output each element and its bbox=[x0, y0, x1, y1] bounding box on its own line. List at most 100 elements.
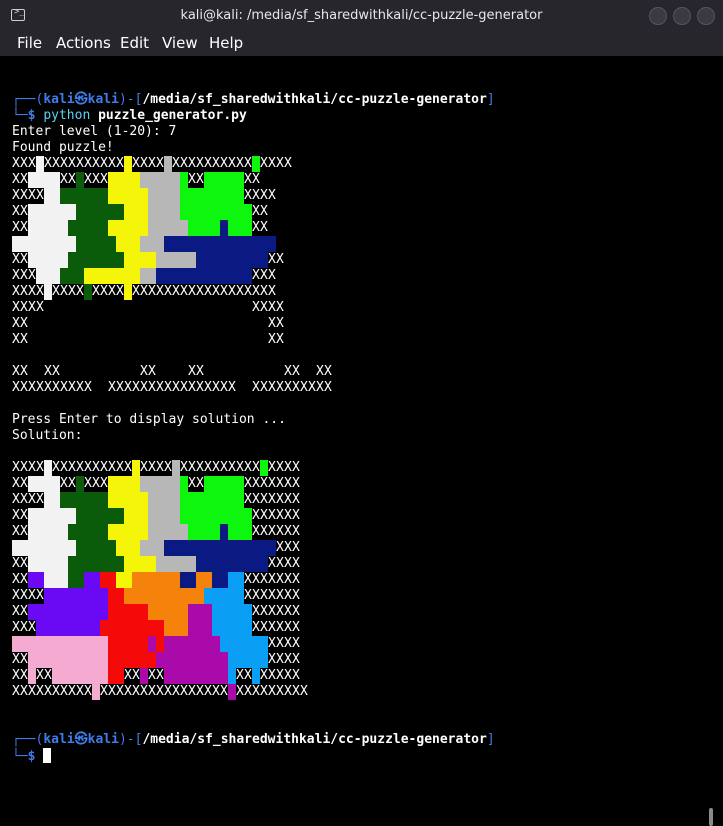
puzzle-piece-cell bbox=[228, 220, 236, 236]
puzzle-piece-cell bbox=[228, 172, 236, 188]
grid-border-char: X bbox=[212, 684, 220, 699]
menu-help[interactable]: Help bbox=[209, 34, 243, 52]
grid-border-char: X bbox=[92, 156, 100, 171]
menu-view[interactable]: View bbox=[162, 34, 198, 52]
grid-border-char: X bbox=[20, 668, 28, 683]
grid-border-char: X bbox=[276, 620, 284, 635]
puzzle-piece-cell bbox=[172, 524, 180, 540]
grid-border-char: X bbox=[196, 284, 204, 299]
puzzle-piece-cell bbox=[252, 652, 260, 668]
grid-border-char: X bbox=[100, 684, 108, 699]
puzzle-piece-cell bbox=[100, 268, 108, 284]
grid-border-char: X bbox=[12, 332, 20, 347]
puzzle-piece-cell bbox=[76, 220, 84, 236]
puzzle-piece-cell bbox=[124, 284, 132, 300]
menu-edit[interactable]: Edit bbox=[120, 34, 149, 52]
puzzle-piece-cell bbox=[244, 636, 252, 652]
prompt-bracket-end: ] bbox=[486, 92, 495, 107]
puzzle-piece-cell bbox=[84, 284, 92, 300]
grid-border-char: X bbox=[292, 476, 300, 491]
puzzle-piece-cell bbox=[228, 268, 236, 284]
grid-border-char: X bbox=[284, 556, 292, 571]
puzzle-piece-cell bbox=[44, 284, 52, 300]
puzzle-piece-cell bbox=[228, 588, 236, 604]
grid-border-char: X bbox=[252, 204, 260, 219]
puzzle-piece-cell bbox=[124, 204, 132, 220]
puzzle-piece-cell bbox=[84, 268, 92, 284]
puzzle-piece-cell bbox=[108, 188, 116, 204]
grid-border-char: X bbox=[324, 364, 332, 379]
grid-border-char: X bbox=[212, 156, 220, 171]
minimize-button[interactable] bbox=[649, 7, 667, 25]
puzzle-piece-cell bbox=[220, 636, 228, 652]
grid-border-char: X bbox=[20, 556, 28, 571]
puzzle-piece-cell bbox=[148, 252, 156, 268]
grid-border-char: X bbox=[276, 508, 284, 523]
puzzle-piece-cell bbox=[172, 460, 180, 476]
puzzle-piece-cell bbox=[228, 604, 236, 620]
grid-border-char: X bbox=[148, 364, 156, 379]
puzzle-piece-cell bbox=[140, 492, 148, 508]
puzzle-piece-cell bbox=[188, 668, 196, 684]
puzzle-piece-cell bbox=[116, 572, 124, 588]
puzzle-piece-cell bbox=[76, 636, 84, 652]
grid-border-char: X bbox=[20, 300, 28, 315]
puzzle-piece-cell bbox=[236, 572, 244, 588]
puzzle-piece-cell bbox=[228, 620, 236, 636]
puzzle-piece-cell bbox=[204, 188, 212, 204]
grid-border-char: X bbox=[236, 284, 244, 299]
puzzle-piece-cell bbox=[148, 268, 156, 284]
grid-border-char: X bbox=[276, 460, 284, 475]
puzzle-piece-cell bbox=[68, 236, 76, 252]
grid-border-char: X bbox=[228, 156, 236, 171]
puzzle-piece-cell bbox=[204, 220, 212, 236]
menu-actions[interactable]: Actions bbox=[56, 34, 111, 52]
grid-border-char: X bbox=[276, 652, 284, 667]
puzzle-piece-cell bbox=[92, 540, 100, 556]
grid-border-char: X bbox=[76, 380, 84, 395]
grid-border-char: X bbox=[292, 636, 300, 651]
grid-border-char: X bbox=[12, 684, 20, 699]
puzzle-piece-cell bbox=[188, 188, 196, 204]
puzzle-piece-cell bbox=[12, 636, 20, 652]
grid-border-char: X bbox=[36, 460, 44, 475]
puzzle-piece-cell bbox=[132, 236, 140, 252]
puzzle-piece-cell bbox=[220, 524, 228, 540]
puzzle-piece-cell bbox=[116, 652, 124, 668]
puzzle-piece-cell bbox=[108, 220, 116, 236]
grid-border-char: X bbox=[196, 460, 204, 475]
grid-border-char: X bbox=[276, 492, 284, 507]
puzzle-piece-cell bbox=[28, 220, 36, 236]
puzzle-piece-cell bbox=[140, 572, 148, 588]
grid-border-char: X bbox=[284, 620, 292, 635]
puzzle-piece-cell bbox=[220, 652, 228, 668]
grid-border-char: X bbox=[84, 684, 92, 699]
puzzle-piece-cell bbox=[76, 604, 84, 620]
grid-border-char: X bbox=[260, 588, 268, 603]
puzzle-piece-cell bbox=[196, 524, 204, 540]
puzzle-piece-cell bbox=[52, 588, 60, 604]
puzzle-piece-cell bbox=[244, 508, 252, 524]
grid-border-char: X bbox=[44, 156, 52, 171]
grid-border-char: X bbox=[100, 172, 108, 187]
puzzle-piece-cell bbox=[36, 604, 44, 620]
grid-border-char: X bbox=[20, 620, 28, 635]
puzzle-piece-cell bbox=[92, 636, 100, 652]
grid-border-char: X bbox=[260, 300, 268, 315]
puzzle-piece-cell bbox=[124, 252, 132, 268]
grid-border-char: X bbox=[268, 684, 276, 699]
close-button[interactable] bbox=[697, 7, 715, 25]
puzzle-piece-cell bbox=[116, 492, 124, 508]
grid-border-char: X bbox=[60, 172, 68, 187]
scrollbar[interactable] bbox=[709, 808, 713, 826]
grid-border-char: X bbox=[140, 460, 148, 475]
puzzle-piece-cell bbox=[164, 604, 172, 620]
grid-border-char: X bbox=[84, 476, 92, 491]
puzzle-piece-cell bbox=[124, 492, 132, 508]
grid-border-char: X bbox=[20, 364, 28, 379]
grid-border-char: X bbox=[244, 684, 252, 699]
maximize-button[interactable] bbox=[673, 7, 691, 25]
menu-file[interactable]: File bbox=[17, 34, 42, 52]
puzzle-piece-cell bbox=[100, 540, 108, 556]
terminal-output[interactable]: ┌──(kali㉿kali)-[/media/sf_sharedwithkali… bbox=[0, 56, 723, 826]
